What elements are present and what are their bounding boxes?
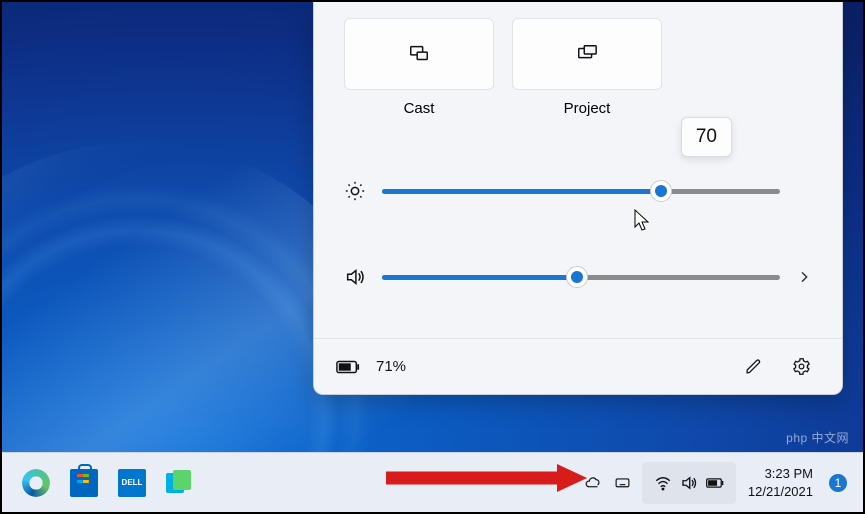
mouse-cursor [634,209,650,233]
edge-app[interactable] [12,459,60,507]
clock-time: 3:23 PM [748,465,813,483]
keyboard-icon [614,474,631,491]
clock-date: 12/21/2021 [748,483,813,501]
brightness-row [344,171,812,211]
project-icon [576,43,598,65]
wifi-icon [654,474,672,492]
panel-footer: 71% [314,338,842,394]
tile-labels-row: Cast Project [314,90,842,117]
brightness-fill [382,189,661,194]
tray-quick-settings[interactable] [642,462,736,504]
store-icon [70,469,98,497]
quick-settings-tiles [314,2,842,90]
edit-quick-settings-button[interactable] [734,348,772,386]
brightness-tooltip: 70 [681,117,732,157]
battery-tray-icon [706,474,724,492]
taskbar: DELL 3:23 PM [2,452,863,512]
brightness-slider[interactable] [382,189,780,194]
volume-flyout-arrow[interactable] [796,269,812,285]
volume-fill [382,275,577,280]
volume-icon [344,266,366,288]
volume-thumb[interactable] [566,266,588,288]
project-label: Project [512,100,662,117]
annotation-arrow [382,462,592,494]
cast-icon [408,43,430,65]
sliders-section: 70 [314,117,842,297]
brightness-icon [344,180,366,202]
watermark: php 中文网 [786,429,849,446]
volume-row [344,257,812,297]
settings-button[interactable] [782,348,820,386]
brightness-thumb[interactable] [650,180,672,202]
speaker-icon [680,474,698,492]
pencil-icon [744,357,763,376]
cast-label: Cast [344,100,494,117]
notification-badge[interactable]: 1 [827,472,849,494]
stack-app[interactable] [156,459,204,507]
gear-icon [792,357,811,376]
project-tile[interactable] [512,18,662,90]
battery-icon [336,360,360,374]
stack-icon [166,469,194,497]
taskbar-clock[interactable]: 3:23 PM 12/21/2021 [740,465,821,500]
tray-input-indicator[interactable] [608,463,638,503]
volume-slider[interactable] [382,275,780,280]
dell-app[interactable]: DELL [108,459,156,507]
desktop[interactable]: Cast Project 70 [2,2,863,512]
battery-percent[interactable]: 71% [376,358,406,375]
microsoft-store-app[interactable] [60,459,108,507]
quick-settings-panel: Cast Project 70 [313,2,843,395]
edge-icon [22,469,50,497]
dell-icon: DELL [118,469,146,497]
cast-tile[interactable] [344,18,494,90]
